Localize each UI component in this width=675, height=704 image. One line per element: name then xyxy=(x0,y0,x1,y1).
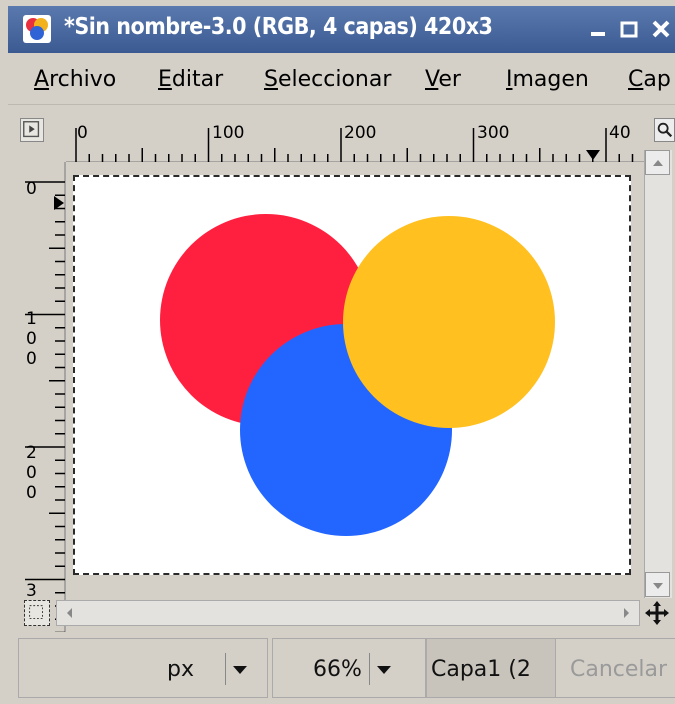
zoom-selector[interactable]: 66% xyxy=(272,638,426,698)
menu-archivo-label: rchivo xyxy=(49,67,117,92)
window-title: *Sin nombre-3.0 (RGB, 4 capas) 420x3 xyxy=(64,14,493,40)
unit-value: px xyxy=(167,657,194,682)
hruler-label-0: 0 xyxy=(77,123,88,143)
menu-bar: Archivo Editar Seleccionar Ver Imagen Ca… xyxy=(8,54,675,105)
vruler-label-0: 0 xyxy=(26,179,37,199)
menu-seleccionar[interactable]: Seleccionar xyxy=(264,67,391,92)
menu-imagen-label: magen xyxy=(512,67,589,92)
vruler-label-100: 1 0 0 xyxy=(26,309,37,369)
svg-text:0: 0 xyxy=(26,463,37,483)
menu-ver-label: er xyxy=(438,67,461,92)
layer-status-text: Capa1 (2 xyxy=(431,657,531,682)
hruler-label-200: 200 xyxy=(344,123,376,143)
minimize-button[interactable] xyxy=(583,14,613,44)
move-cross-icon[interactable] xyxy=(642,598,672,628)
hruler-label-100: 100 xyxy=(212,123,244,143)
image-canvas[interactable] xyxy=(66,162,644,638)
menu-capa[interactable]: Cap xyxy=(628,67,671,92)
menu-seleccionar-label: eleccionar xyxy=(277,67,392,92)
menu-editar[interactable]: Editar xyxy=(158,67,223,92)
vertical-ruler[interactable]: 0 1 0 0 2 0 0 3 xyxy=(18,162,66,638)
horizontal-scrollbar[interactable] xyxy=(56,600,640,626)
zoom-value: 66% xyxy=(313,657,362,682)
vertical-scrollbar[interactable] xyxy=(644,150,672,598)
maximize-button[interactable] xyxy=(614,14,644,44)
menu-editar-label: ditar xyxy=(171,67,224,92)
arrow-up-icon xyxy=(653,160,663,166)
vruler-label-200: 2 0 0 xyxy=(26,443,37,503)
layer-status: Capa1 (2 xyxy=(426,638,556,698)
vruler-label-300: 3 xyxy=(26,581,37,601)
unit-selector[interactable]: px xyxy=(18,638,268,698)
menu-archivo[interactable]: Archivo xyxy=(34,67,116,92)
svg-text:0: 0 xyxy=(26,483,37,503)
gimp-image-window: *Sin nombre-3.0 (RGB, 4 capas) 420x3 Arc… xyxy=(0,0,675,704)
close-button[interactable] xyxy=(646,14,675,44)
svg-text:0: 0 xyxy=(26,349,37,369)
chevron-down-icon xyxy=(233,666,247,674)
title-bar[interactable]: *Sin nombre-3.0 (RGB, 4 capas) 420x3 xyxy=(8,6,675,53)
svg-text:1: 1 xyxy=(26,309,37,329)
hruler-label-400: 40 xyxy=(609,123,631,143)
svg-text:2: 2 xyxy=(26,443,37,463)
layer-boundary xyxy=(73,175,631,575)
status-bar: px 66% Capa1 (2 Cancelar xyxy=(18,632,675,704)
cancel-label: Cancelar xyxy=(570,657,668,682)
unit-dropdown-button[interactable] xyxy=(225,653,253,685)
hruler-label-300: 300 xyxy=(477,123,509,143)
menu-imagen[interactable]: Imagen xyxy=(506,67,589,92)
svg-text:0: 0 xyxy=(26,329,37,349)
gimp-icon xyxy=(23,15,51,43)
chevron-down-icon xyxy=(377,666,391,674)
menu-capa-label: ap xyxy=(643,67,671,92)
scroll-up-button[interactable] xyxy=(645,150,670,175)
cancel-button[interactable]: Cancelar xyxy=(555,638,675,698)
arrow-down-icon xyxy=(653,583,663,589)
arrow-right-icon[interactable] xyxy=(615,602,637,624)
zoom-icon[interactable] xyxy=(654,118,675,142)
image-display-area: 0 100 200 300 40 0 1 0 0 2 0 0 3 xyxy=(8,108,675,638)
menu-arrow-icon[interactable] xyxy=(20,118,44,142)
zoom-dropdown-button[interactable] xyxy=(369,653,397,685)
menu-ver[interactable]: Ver xyxy=(425,67,461,92)
arrow-left-icon[interactable] xyxy=(59,602,81,624)
horizontal-ruler[interactable]: 0 100 200 300 40 xyxy=(66,118,654,163)
quickmask-icon[interactable] xyxy=(24,600,50,626)
scroll-down-button[interactable] xyxy=(645,572,670,597)
